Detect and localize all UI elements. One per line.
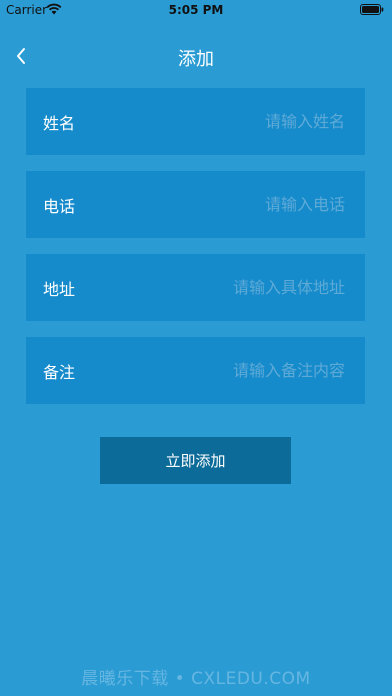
remarks-field: 备注 [26,337,365,404]
battery-icon [360,4,384,15]
remarks-input[interactable] [143,360,347,381]
status-bar: Carrier 5:05 PM [0,0,392,22]
name-input[interactable] [143,111,347,132]
name-field-label: 姓名 [43,113,76,133]
page-title: 添加 [178,49,214,70]
remarks-field-label: 备注 [43,362,76,382]
name-field: 姓名 [26,88,365,155]
address-field-label: 地址 [43,279,76,299]
phone-input[interactable] [143,194,347,215]
phone-field: 电话 [26,171,365,238]
status-time: 5:05 PM [168,3,224,17]
address-field: 地址 [26,254,365,321]
navigation-bar: 添加 [0,36,392,76]
watermark-text: 晨曦乐下载 • CXLEDU.COM [81,669,311,689]
add-now-button[interactable]: 立即添加 [100,437,291,484]
phone-field-label: 电话 [43,196,76,216]
add-contact-form: 姓名 电话 地址 备注 [26,88,365,420]
address-input[interactable] [143,277,347,298]
